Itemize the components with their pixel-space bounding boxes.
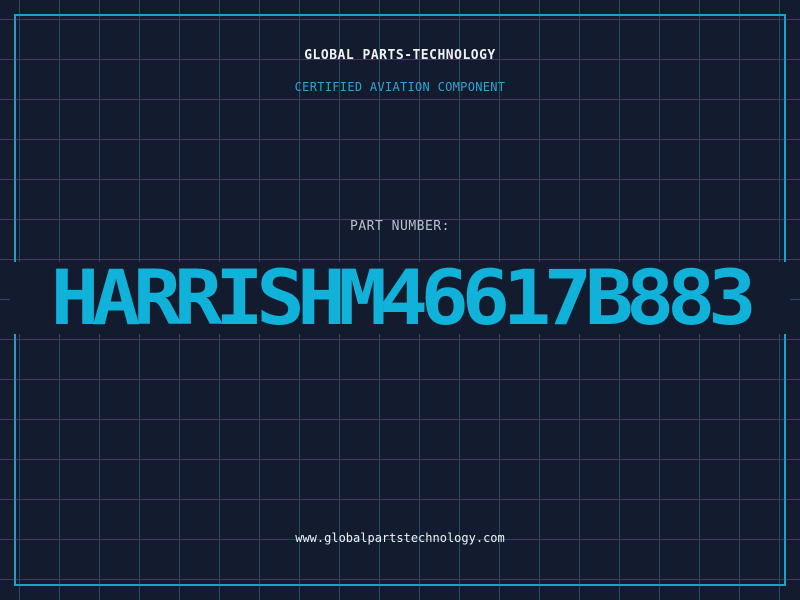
certification-subtitle: CERTIFIED AVIATION COMPONENT: [294, 80, 506, 94]
website-link[interactable]: www.globalpartstechnology.com: [0, 531, 800, 545]
company-name: GLOBAL PARTS-TECHNOLOGY: [304, 48, 496, 63]
label-canvas: GLOBAL PARTS-TECHNOLOGY CERTIFIED AVIATI…: [0, 0, 800, 600]
part-number-value: HARRISHM46617B883: [50, 253, 757, 342]
part-number-label: PART NUMBER:: [350, 219, 450, 234]
